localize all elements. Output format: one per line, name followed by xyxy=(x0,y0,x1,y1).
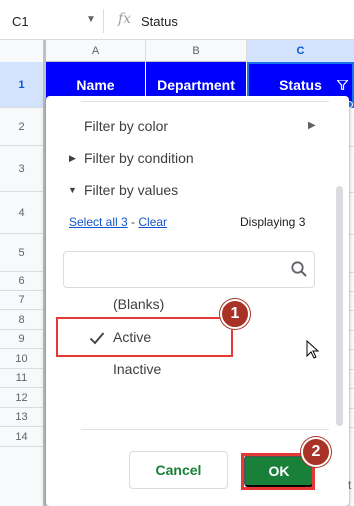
chevron-right-icon: ▶ xyxy=(308,120,316,131)
cancel-button[interactable]: Cancel xyxy=(129,451,228,489)
triangle-right-icon[interactable]: ▶ xyxy=(69,153,76,164)
menu-divider xyxy=(81,101,329,102)
filter-by-color-item[interactable]: Filter by color xyxy=(84,118,168,134)
filter-by-values-item[interactable]: Filter by values xyxy=(84,182,178,198)
row-header-14[interactable]: 14 xyxy=(0,427,43,447)
displaying-count: Displaying 3 xyxy=(240,215,306,229)
row-header-7[interactable]: 7 xyxy=(0,291,43,310)
column-header-row: A B C xyxy=(0,40,354,62)
mouse-cursor-icon xyxy=(306,340,320,359)
step-badge-1: 1 xyxy=(220,299,250,329)
column-header-c[interactable]: C xyxy=(247,40,354,62)
clear-link[interactable]: Clear xyxy=(138,215,167,229)
row-header-13[interactable]: 13 xyxy=(0,408,43,427)
row-header-3[interactable]: 3 xyxy=(0,146,43,192)
link-separator: - xyxy=(127,215,139,229)
row-header-11[interactable]: 11 xyxy=(0,369,43,388)
column-header-b[interactable]: B xyxy=(146,40,247,62)
cell-c1-text: Status xyxy=(279,77,322,93)
row-header-12[interactable]: 12 xyxy=(0,388,43,408)
function-icon: fx xyxy=(118,11,132,27)
menu-scrollbar[interactable] xyxy=(336,186,343,426)
edge-text: t xyxy=(348,478,352,492)
menu-divider xyxy=(81,429,329,430)
column-header-a[interactable]: A xyxy=(46,40,146,62)
step-badge-2: 2 xyxy=(301,437,331,467)
value-option-blanks[interactable]: (Blanks) xyxy=(113,296,164,312)
select-all-corner[interactable] xyxy=(0,40,46,62)
search-icon xyxy=(291,261,307,277)
row-header-6[interactable]: 6 xyxy=(0,272,43,291)
row-header-2[interactable]: 2 xyxy=(0,108,43,146)
formula-bar-divider xyxy=(103,9,104,33)
filter-by-condition-item[interactable]: Filter by condition xyxy=(84,150,194,166)
select-all-link[interactable]: Select all 3 xyxy=(69,215,128,229)
dropdown-caret-icon[interactable]: ▼ xyxy=(86,14,96,25)
row-header-1[interactable]: 1 xyxy=(0,62,43,108)
row-header-10[interactable]: 10 xyxy=(0,349,43,369)
filter-icon[interactable] xyxy=(335,79,350,93)
row-headers: 1 2 3 4 5 6 7 8 9 10 11 12 13 14 xyxy=(0,62,46,506)
triangle-down-icon[interactable]: ▼ xyxy=(68,185,77,195)
highlight-box-active xyxy=(56,317,233,357)
spreadsheet-window: C1 ▼ fx Status A B C 1 2 3 4 5 6 7 8 9 1… xyxy=(0,0,354,506)
row-header-5[interactable]: 5 xyxy=(0,234,43,272)
row-header-9[interactable]: 9 xyxy=(0,330,43,349)
formula-input[interactable]: Status xyxy=(141,14,178,29)
row-header-4[interactable]: 4 xyxy=(0,192,43,234)
row-header-8[interactable]: 8 xyxy=(0,310,43,330)
select-links: Select all 3 - Clear xyxy=(69,215,167,229)
value-option-inactive[interactable]: Inactive xyxy=(113,361,161,377)
formula-bar: C1 ▼ fx Status xyxy=(0,0,354,40)
search-input[interactable] xyxy=(63,251,315,288)
name-box[interactable]: C1 xyxy=(12,14,29,29)
